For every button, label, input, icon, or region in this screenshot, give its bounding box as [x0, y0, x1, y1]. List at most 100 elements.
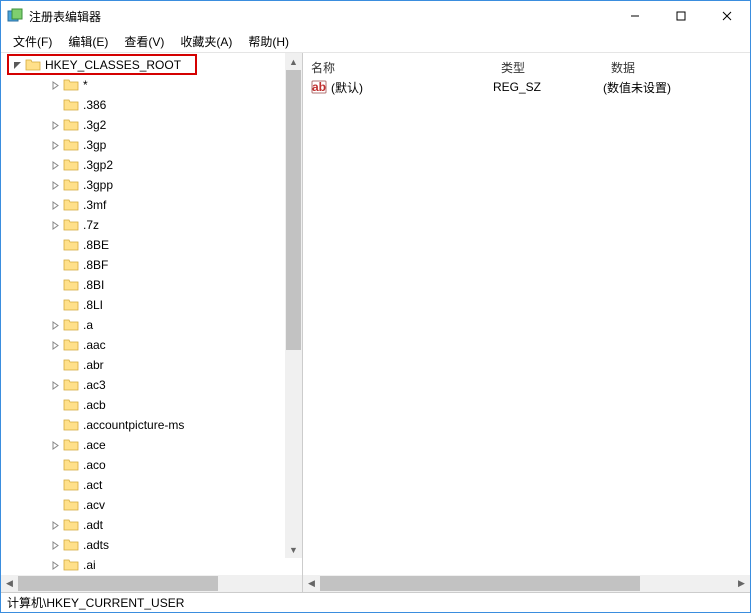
tree-item-label: .ac3	[83, 378, 110, 392]
tree-item[interactable]: .adt	[1, 515, 302, 535]
expand-toggle[interactable]	[49, 121, 61, 130]
tree-item[interactable]: .7z	[1, 215, 302, 235]
expand-toggle[interactable]	[49, 141, 61, 150]
scroll-thumb[interactable]	[286, 70, 301, 350]
tree-horizontal-scrollbar[interactable]: ◀ ▶	[1, 575, 302, 592]
folder-icon	[63, 558, 79, 572]
tree-item[interactable]: .3gpp	[1, 175, 302, 195]
scroll-track[interactable]	[285, 70, 302, 541]
tree-vertical-scrollbar[interactable]: ▲ ▼	[285, 53, 302, 558]
menu-favorites[interactable]: 收藏夹(A)	[172, 31, 240, 52]
list-body[interactable]: ab(默认)REG_SZ(数值未设置)	[303, 77, 750, 575]
tree-item[interactable]: .8BI	[1, 275, 302, 295]
column-header-name[interactable]: 名称	[303, 59, 493, 76]
tree-item-label: .adt	[83, 518, 107, 532]
tree-item-label: .3gp	[83, 138, 110, 152]
expand-toggle[interactable]	[49, 321, 61, 330]
column-header-data[interactable]: 数据	[603, 59, 750, 76]
expand-toggle[interactable]	[49, 561, 61, 570]
tree-scroll: HKEY_CLASSES_ROOT * .386.3g2 .3gp .3gp2.3gpp…	[1, 53, 302, 575]
expand-toggle[interactable]	[49, 221, 61, 230]
folder-icon	[63, 338, 79, 352]
scroll-track[interactable]	[18, 575, 285, 592]
menu-help[interactable]: 帮助(H)	[240, 31, 297, 52]
svg-text:ab: ab	[312, 80, 326, 94]
tree-item-label: .acv	[83, 498, 109, 512]
scroll-track[interactable]	[320, 575, 733, 592]
menubar: 文件(F) 编辑(E) 查看(V) 收藏夹(A) 帮助(H)	[1, 31, 750, 53]
tree-item[interactable]: .3gp2	[1, 155, 302, 175]
tree-item[interactable]: .8BE	[1, 235, 302, 255]
scroll-left-button[interactable]: ◀	[303, 575, 320, 592]
tree-item-label: *	[83, 78, 92, 92]
close-button[interactable]	[704, 1, 750, 31]
folder-icon	[63, 438, 79, 452]
expand-toggle[interactable]	[49, 541, 61, 550]
expand-toggle[interactable]	[49, 381, 61, 390]
tree-item-label: .aco	[83, 458, 110, 472]
folder-icon	[63, 118, 79, 132]
maximize-button[interactable]	[658, 1, 704, 31]
tree-item[interactable]: .accountpicture-ms	[1, 415, 302, 435]
folder-icon	[63, 518, 79, 532]
expand-toggle[interactable]	[49, 81, 61, 90]
folder-icon	[63, 258, 79, 272]
folder-icon	[63, 418, 79, 432]
list-horizontal-scrollbar[interactable]: ◀ ▶	[303, 575, 750, 592]
expand-toggle[interactable]	[49, 441, 61, 450]
expand-toggle[interactable]	[49, 341, 61, 350]
minimize-button[interactable]	[612, 1, 658, 31]
tree-item[interactable]: .act	[1, 475, 302, 495]
folder-icon	[25, 58, 41, 72]
folder-icon	[63, 198, 79, 212]
scroll-down-button[interactable]: ▼	[285, 541, 302, 558]
folder-icon	[63, 458, 79, 472]
folder-icon	[63, 238, 79, 252]
tree-item[interactable]: .acb	[1, 395, 302, 415]
tree-item[interactable]: .3g2	[1, 115, 302, 135]
tree-item[interactable]: .abr	[1, 355, 302, 375]
value-data: (数值未设置)	[603, 79, 750, 96]
menu-view[interactable]: 查看(V)	[116, 31, 172, 52]
scroll-thumb[interactable]	[320, 576, 640, 591]
menu-edit[interactable]: 编辑(E)	[60, 31, 116, 52]
column-header-type[interactable]: 类型	[493, 59, 603, 76]
tree-item[interactable]: *	[1, 75, 302, 95]
tree-item-label: .aac	[83, 338, 110, 352]
tree-item[interactable]: .aco	[1, 455, 302, 475]
tree-item[interactable]: HKEY_CLASSES_ROOT	[1, 55, 302, 75]
tree-item[interactable]: .386	[1, 95, 302, 115]
expand-toggle[interactable]	[49, 521, 61, 530]
tree-item[interactable]: .3gp	[1, 135, 302, 155]
tree-item[interactable]: .ac3	[1, 375, 302, 395]
expand-toggle[interactable]	[49, 161, 61, 170]
expand-toggle[interactable]	[49, 201, 61, 210]
scroll-up-button[interactable]: ▲	[285, 53, 302, 70]
tree-item[interactable]: .8LI	[1, 295, 302, 315]
tree-item[interactable]: .acv	[1, 495, 302, 515]
menu-file[interactable]: 文件(F)	[5, 31, 60, 52]
expand-toggle[interactable]	[11, 61, 23, 70]
tree-item-label: .3mf	[83, 198, 110, 212]
list-row[interactable]: ab(默认)REG_SZ(数值未设置)	[303, 77, 750, 97]
scroll-thumb[interactable]	[18, 576, 218, 591]
tree-item[interactable]: .aac	[1, 335, 302, 355]
tree-item[interactable]: .3mf	[1, 195, 302, 215]
value-name: (默认)	[331, 79, 363, 96]
scroll-left-button[interactable]: ◀	[1, 575, 18, 592]
tree-item[interactable]: .ai	[1, 555, 302, 575]
tree-item[interactable]: .8BF	[1, 255, 302, 275]
tree-item[interactable]: .adts	[1, 535, 302, 555]
tree-item-label: .ai	[83, 558, 100, 572]
expand-toggle[interactable]	[49, 181, 61, 190]
folder-icon	[63, 298, 79, 312]
folder-icon	[63, 138, 79, 152]
folder-icon	[63, 218, 79, 232]
folder-icon	[63, 358, 79, 372]
scroll-right-button[interactable]: ▶	[733, 575, 750, 592]
tree-item[interactable]: .a	[1, 315, 302, 335]
tree-item[interactable]: .ace	[1, 435, 302, 455]
tree[interactable]: HKEY_CLASSES_ROOT * .386.3g2 .3gp .3gp2.3gpp…	[1, 53, 302, 575]
list-pane: 名称 类型 数据 ab(默认)REG_SZ(数值未设置) ◀ ▶	[303, 53, 750, 592]
list-header: 名称 类型 数据	[303, 53, 750, 77]
